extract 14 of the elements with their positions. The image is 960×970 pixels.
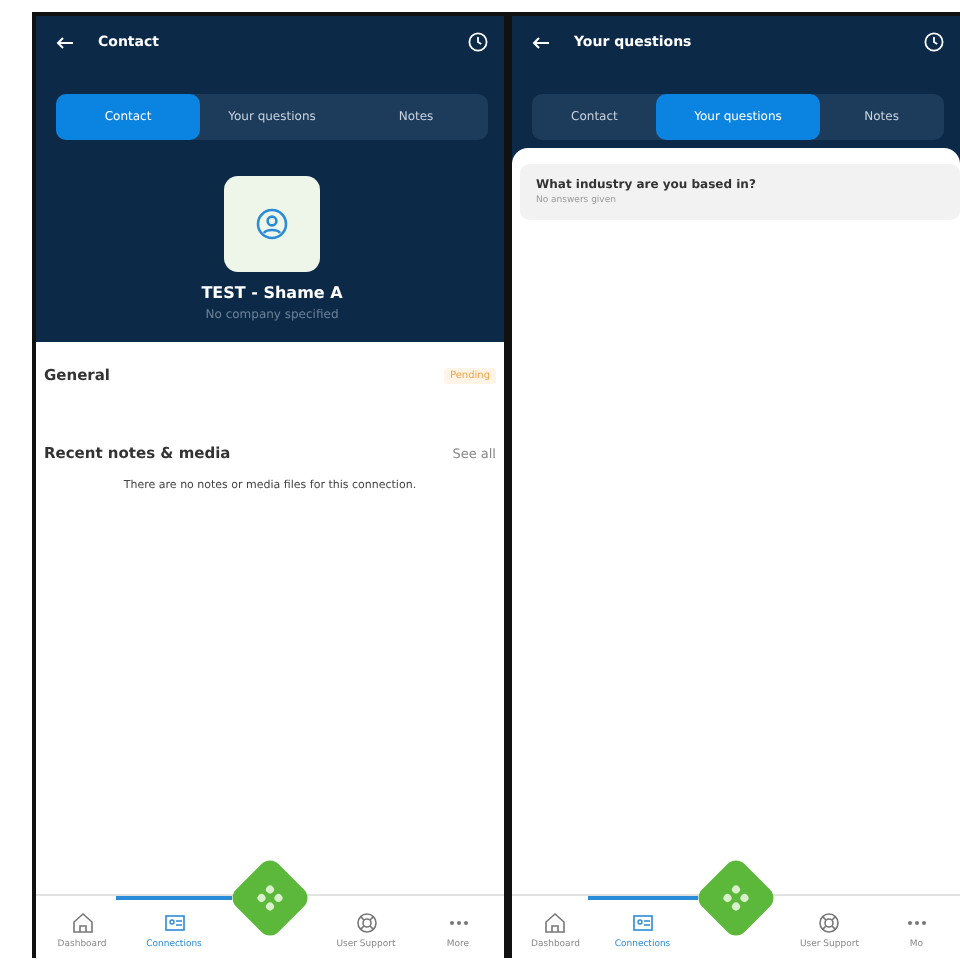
lifebuoy-icon (818, 912, 841, 934)
clock-icon[interactable] (924, 32, 944, 52)
contact-card-icon (631, 912, 654, 934)
lifebuoy-icon (355, 912, 377, 934)
contact-name: TEST - Shame A (201, 284, 343, 302)
home-icon (544, 912, 567, 934)
contact-card-icon (163, 912, 185, 934)
selection-indicator (116, 896, 232, 900)
back-arrow-icon[interactable] (532, 35, 550, 49)
user-icon (256, 208, 288, 240)
back-arrow-icon[interactable] (56, 35, 74, 49)
clock-icon[interactable] (468, 32, 488, 52)
home-icon (71, 912, 93, 934)
selection-indicator (587, 896, 698, 900)
